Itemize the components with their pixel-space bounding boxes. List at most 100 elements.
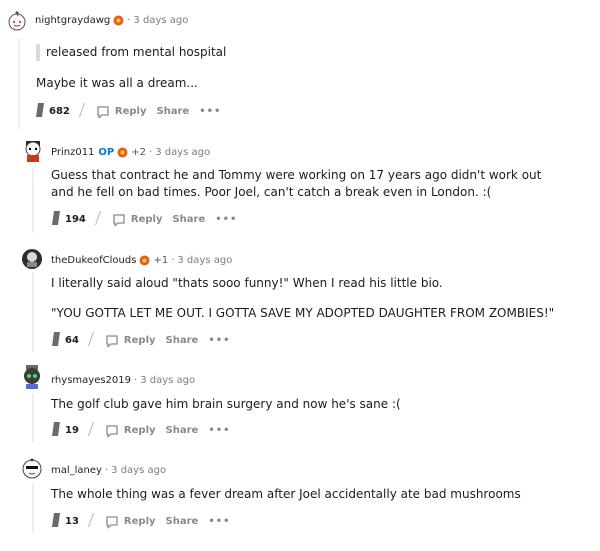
thread-line[interactable]: [18, 38, 20, 130]
reply-label: Reply: [130, 214, 163, 225]
comment-body: I literally said aloud "thats sooo funny…: [51, 275, 443, 292]
comment-actions: 682 Reply Share •••: [35, 102, 221, 121]
more-options-button[interactable]: •••: [208, 516, 230, 527]
quote-block: released from mental hospital: [36, 44, 226, 61]
comment-text: I literally said aloud "thats sooo funny…: [51, 276, 443, 290]
separator: ·: [127, 15, 131, 26]
reply-button[interactable]: Reply: [105, 515, 156, 529]
comment-actions: 64 Reply Share •••: [51, 331, 231, 350]
comment-text: Guess that contract he and Tommy were wo…: [51, 168, 542, 199]
comment-actions: 13 Reply Share •••: [51, 512, 231, 531]
share-button[interactable]: Share: [172, 214, 205, 225]
thread-line[interactable]: [32, 393, 34, 443]
comment-body: Guess that contract he and Tommy were wo…: [51, 167, 551, 201]
avatar[interactable]: [21, 248, 43, 270]
snoo-avatar-icon: [24, 365, 40, 389]
timestamp[interactable]: 3 days ago: [133, 15, 188, 26]
reply-label: Reply: [114, 106, 147, 117]
upvote-icon[interactable]: [51, 421, 61, 440]
upvote-icon[interactable]: [35, 102, 45, 121]
vote-score: 19: [65, 425, 79, 436]
vote-score: 64: [65, 335, 79, 346]
chat-bubble-icon: [113, 213, 125, 227]
comment-meta: Prinz011 OP +2 · 3 days ago: [51, 147, 210, 158]
comment-body: The whole thing was a fever dream after …: [51, 486, 521, 503]
comment-text: The whole thing was a fever dream after …: [51, 487, 521, 501]
timestamp[interactable]: 3 days ago: [155, 147, 210, 158]
downvote-icon[interactable]: [87, 421, 95, 440]
downvote-icon[interactable]: [94, 210, 102, 229]
comment-body: Maybe it was all a dream...: [36, 75, 198, 92]
snoo-avatar-icon: [25, 141, 41, 162]
quote-text: released from mental hospital: [46, 45, 227, 59]
downvote-icon[interactable]: [78, 102, 86, 121]
vote-score: 682: [49, 106, 70, 117]
more-options-button[interactable]: •••: [208, 335, 230, 346]
reply-button[interactable]: Reply: [112, 213, 163, 227]
comment-meta: nightgraydawg · 3 days ago: [35, 15, 188, 26]
comment-text: The golf club gave him brain surgery and…: [51, 397, 401, 411]
username[interactable]: rhysmayes2019: [51, 375, 131, 386]
comment-body: "YOU GOTTA LET ME OUT. I GOTTA SAVE MY A…: [51, 305, 554, 322]
separator: ·: [104, 465, 109, 476]
comment-text: Maybe it was all a dream...: [36, 76, 198, 90]
separator: ·: [149, 147, 153, 158]
reply-label: Reply: [123, 335, 156, 346]
upvote-icon[interactable]: [51, 512, 61, 531]
op-badge: OP: [98, 147, 115, 158]
comment-actions: 194 Reply Share •••: [51, 210, 237, 229]
reply-button[interactable]: Reply: [105, 424, 156, 438]
more-options-button[interactable]: •••: [208, 425, 230, 436]
separator: ·: [134, 375, 138, 386]
more-options-button[interactable]: •••: [215, 214, 237, 225]
vote-score: 194: [65, 214, 86, 225]
downvote-icon[interactable]: [87, 512, 95, 531]
share-button[interactable]: Share: [166, 335, 199, 346]
more-options-button[interactable]: •••: [199, 106, 221, 117]
award-icon: [139, 255, 150, 266]
chat-bubble-icon: [106, 334, 118, 348]
upvote-icon[interactable]: [51, 331, 61, 350]
separator: ·: [171, 255, 175, 266]
timestamp[interactable]: 3 days ago: [177, 255, 232, 266]
share-button[interactable]: Share: [166, 516, 199, 527]
award-icon: [117, 147, 128, 158]
downvote-icon[interactable]: [87, 331, 95, 350]
reply-button[interactable]: Reply: [105, 334, 156, 348]
share-button[interactable]: Share: [166, 425, 199, 436]
comment-text: "YOU GOTTA LET ME OUT. I GOTTA SAVE MY A…: [51, 306, 555, 320]
reply-label: Reply: [123, 516, 156, 527]
reply-button[interactable]: Reply: [96, 105, 147, 119]
avatar[interactable]: [6, 10, 28, 32]
username[interactable]: Prinz011: [51, 147, 94, 158]
vote-score: 13: [65, 516, 79, 527]
comment-meta: theDukeofClouds +1 · 3 days ago: [51, 255, 232, 266]
username[interactable]: mal_laney: [51, 465, 102, 476]
comment-actions: 19 Reply Share •••: [51, 421, 231, 440]
upvote-icon[interactable]: [51, 210, 61, 229]
username[interactable]: nightgraydawg: [35, 15, 110, 26]
thread-line[interactable]: [32, 483, 34, 533]
avatar[interactable]: [20, 457, 42, 479]
snoo-avatar-icon: [8, 11, 26, 31]
username[interactable]: theDukeofClouds: [51, 255, 136, 266]
reply-label: Reply: [123, 425, 156, 436]
chat-bubble-icon: [106, 424, 118, 438]
thread-line[interactable]: [32, 272, 34, 352]
thread-line[interactable]: [32, 168, 34, 233]
comment-meta: mal_laney · 3 days ago: [51, 465, 166, 476]
comment-body: The golf club gave him brain surgery and…: [51, 396, 401, 413]
award-count: +1: [153, 255, 169, 266]
chat-bubble-icon: [97, 105, 109, 119]
chat-bubble-icon: [106, 515, 118, 529]
share-button[interactable]: Share: [156, 106, 189, 117]
timestamp[interactable]: 3 days ago: [111, 465, 166, 476]
flair-icon: [113, 15, 124, 26]
avatar[interactable]: [20, 364, 42, 389]
comment-meta: rhysmayes2019 · 3 days ago: [51, 375, 195, 386]
timestamp[interactable]: 3 days ago: [140, 375, 195, 386]
snoo-avatar-icon: [22, 249, 42, 269]
snoo-avatar-icon: [22, 458, 42, 479]
award-count: +2: [131, 147, 147, 158]
avatar[interactable]: [21, 139, 43, 162]
